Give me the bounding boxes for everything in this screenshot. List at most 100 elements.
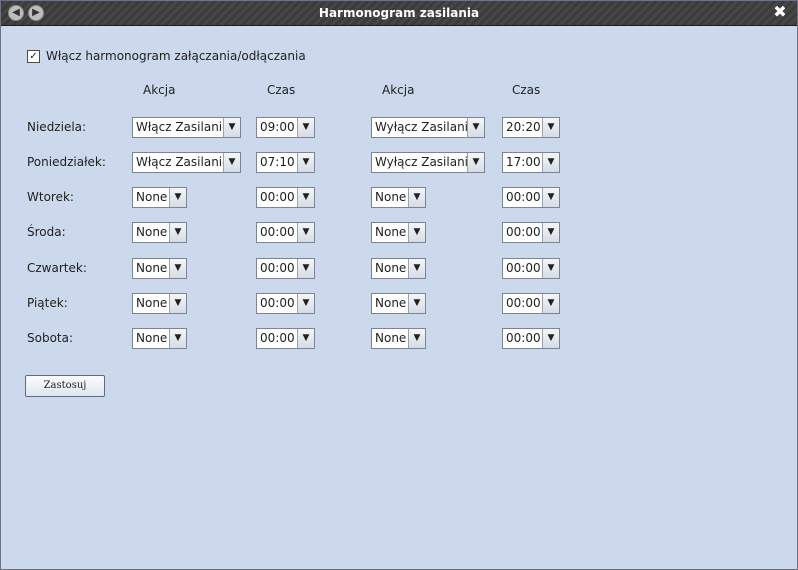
time1-select-monday-value: 07:10 [260,155,295,169]
time1-select-thursday[interactable]: 00:00 ▼ [256,258,315,279]
action2-select-saturday[interactable]: None ▼ [371,328,426,349]
action2-select-thursday[interactable]: None ▼ [371,258,426,279]
schedule-window: ◀ ▶ Harmonogram zasilania ✖ ✓ Włącz harm… [0,0,798,570]
apply-button[interactable]: Zastosuj [25,375,105,397]
chevron-down-icon[interactable]: ▼ [169,188,186,207]
action1-select-saturday-value: None [136,331,168,345]
action2-select-saturday-value: None [375,331,407,345]
action2-select-friday[interactable]: None ▼ [371,293,426,314]
chevron-down-icon[interactable]: ▼ [408,329,425,348]
action1-select-sunday-value: Włącz Zasilanie [136,120,230,134]
time2-select-wednesday-value: 00:00 [506,225,541,239]
chevron-down-icon[interactable]: ▼ [542,294,559,313]
header-time-2: Czas [512,83,541,97]
chevron-down-icon[interactable]: ▼ [542,259,559,278]
chevron-down-icon[interactable]: ▼ [467,153,484,172]
chevron-down-icon[interactable]: ▼ [297,329,314,348]
time2-select-tuesday-value: 00:00 [506,190,541,204]
time1-select-saturday-value: 00:00 [260,331,295,345]
action1-select-monday-value: Włącz Zasilanie [136,155,230,169]
chevron-down-icon[interactable]: ▼ [542,188,559,207]
time2-select-saturday-value: 00:00 [506,331,541,345]
chevron-down-icon[interactable]: ▼ [297,223,314,242]
day-label-friday: Piątek: [27,296,68,310]
chevron-down-icon[interactable]: ▼ [297,153,314,172]
window-title: Harmonogram zasilania [318,6,480,20]
time2-select-sunday[interactable]: 20:20 ▼ [502,117,560,138]
chevron-down-icon[interactable]: ▼ [408,294,425,313]
time1-select-friday-value: 00:00 [260,296,295,310]
close-icon[interactable]: ✖ [771,3,789,21]
action1-select-monday[interactable]: Włącz Zasilanie ▼ [132,152,241,173]
chevron-down-icon[interactable]: ▼ [297,118,314,137]
day-label-monday: Poniedziałek: [27,155,106,169]
time1-select-tuesday-value: 00:00 [260,190,295,204]
action2-select-monday[interactable]: Wyłącz Zasilanie ▼ [371,152,485,173]
day-label-saturday: Sobota: [27,331,74,345]
action2-select-tuesday-value: None [375,190,407,204]
chevron-down-icon[interactable]: ▼ [297,294,314,313]
chevron-down-icon[interactable]: ▼ [542,223,559,242]
chevron-down-icon[interactable]: ▼ [542,118,559,137]
time1-select-thursday-value: 00:00 [260,261,295,275]
action1-select-saturday[interactable]: None ▼ [132,328,187,349]
action1-select-wednesday[interactable]: None ▼ [132,222,187,243]
chevron-down-icon[interactable]: ▼ [297,188,314,207]
header-action-2: Akcja [382,83,415,97]
chevron-down-icon[interactable]: ▼ [169,294,186,313]
action2-select-thursday-value: None [375,261,407,275]
time1-select-wednesday[interactable]: 00:00 ▼ [256,222,315,243]
chevron-down-icon[interactable]: ▼ [223,153,240,172]
day-label-sunday: Niedziela: [27,120,87,134]
enable-schedule-checkbox[interactable]: ✓ [27,49,40,63]
action2-select-wednesday[interactable]: None ▼ [371,222,426,243]
action2-select-sunday[interactable]: Wyłącz Zasilanie ▼ [371,117,485,138]
chevron-down-icon[interactable]: ▼ [169,329,186,348]
time2-select-wednesday[interactable]: 00:00 ▼ [502,222,560,243]
time1-select-tuesday[interactable]: 00:00 ▼ [256,187,315,208]
header-action-1: Akcja [143,83,176,97]
action1-select-tuesday[interactable]: None ▼ [132,187,187,208]
chevron-down-icon[interactable]: ▼ [297,259,314,278]
chevron-down-icon[interactable]: ▼ [408,188,425,207]
action2-select-sunday-value: Wyłącz Zasilanie [375,120,476,134]
day-label-tuesday: Wtorek: [27,190,74,204]
time2-select-thursday-value: 00:00 [506,261,541,275]
day-label-thursday: Czwartek: [27,261,87,275]
action1-select-friday[interactable]: None ▼ [132,293,187,314]
action1-select-friday-value: None [136,296,168,310]
chevron-down-icon[interactable]: ▼ [467,118,484,137]
time1-select-sunday-value: 09:00 [260,120,295,134]
action2-select-tuesday[interactable]: None ▼ [371,187,426,208]
enable-schedule-label: Włącz harmonogram załączania/odłączania [46,49,306,63]
time2-select-sunday-value: 20:20 [506,120,541,134]
chevron-down-icon[interactable]: ▼ [408,223,425,242]
time2-select-tuesday[interactable]: 00:00 ▼ [502,187,560,208]
header-time-1: Czas [267,83,296,97]
action1-select-sunday[interactable]: Włącz Zasilanie ▼ [132,117,241,138]
action1-select-thursday[interactable]: None ▼ [132,258,187,279]
time2-select-saturday[interactable]: 00:00 ▼ [502,328,560,349]
chevron-down-icon[interactable]: ▼ [542,329,559,348]
time1-select-monday[interactable]: 07:10 ▼ [256,152,315,173]
chevron-down-icon[interactable]: ▼ [223,118,240,137]
action1-select-wednesday-value: None [136,225,168,239]
time1-select-wednesday-value: 00:00 [260,225,295,239]
chevron-down-icon[interactable]: ▼ [169,259,186,278]
chevron-down-icon[interactable]: ▼ [542,153,559,172]
action1-select-tuesday-value: None [136,190,168,204]
time2-select-friday[interactable]: 00:00 ▼ [502,293,560,314]
title-bar: ◀ ▶ Harmonogram zasilania ✖ [1,1,797,26]
time1-select-friday[interactable]: 00:00 ▼ [256,293,315,314]
enable-schedule-row: ✓ Włącz harmonogram załączania/odłączani… [27,48,306,64]
action2-select-wednesday-value: None [375,225,407,239]
time2-select-monday[interactable]: 17:00 ▼ [502,152,560,173]
time1-select-saturday[interactable]: 00:00 ▼ [256,328,315,349]
action2-select-friday-value: None [375,296,407,310]
action2-select-monday-value: Wyłącz Zasilanie [375,155,476,169]
chevron-down-icon[interactable]: ▼ [169,223,186,242]
chevron-down-icon[interactable]: ▼ [408,259,425,278]
time1-select-sunday[interactable]: 09:00 ▼ [256,117,315,138]
time2-select-thursday[interactable]: 00:00 ▼ [502,258,560,279]
action1-select-thursday-value: None [136,261,168,275]
